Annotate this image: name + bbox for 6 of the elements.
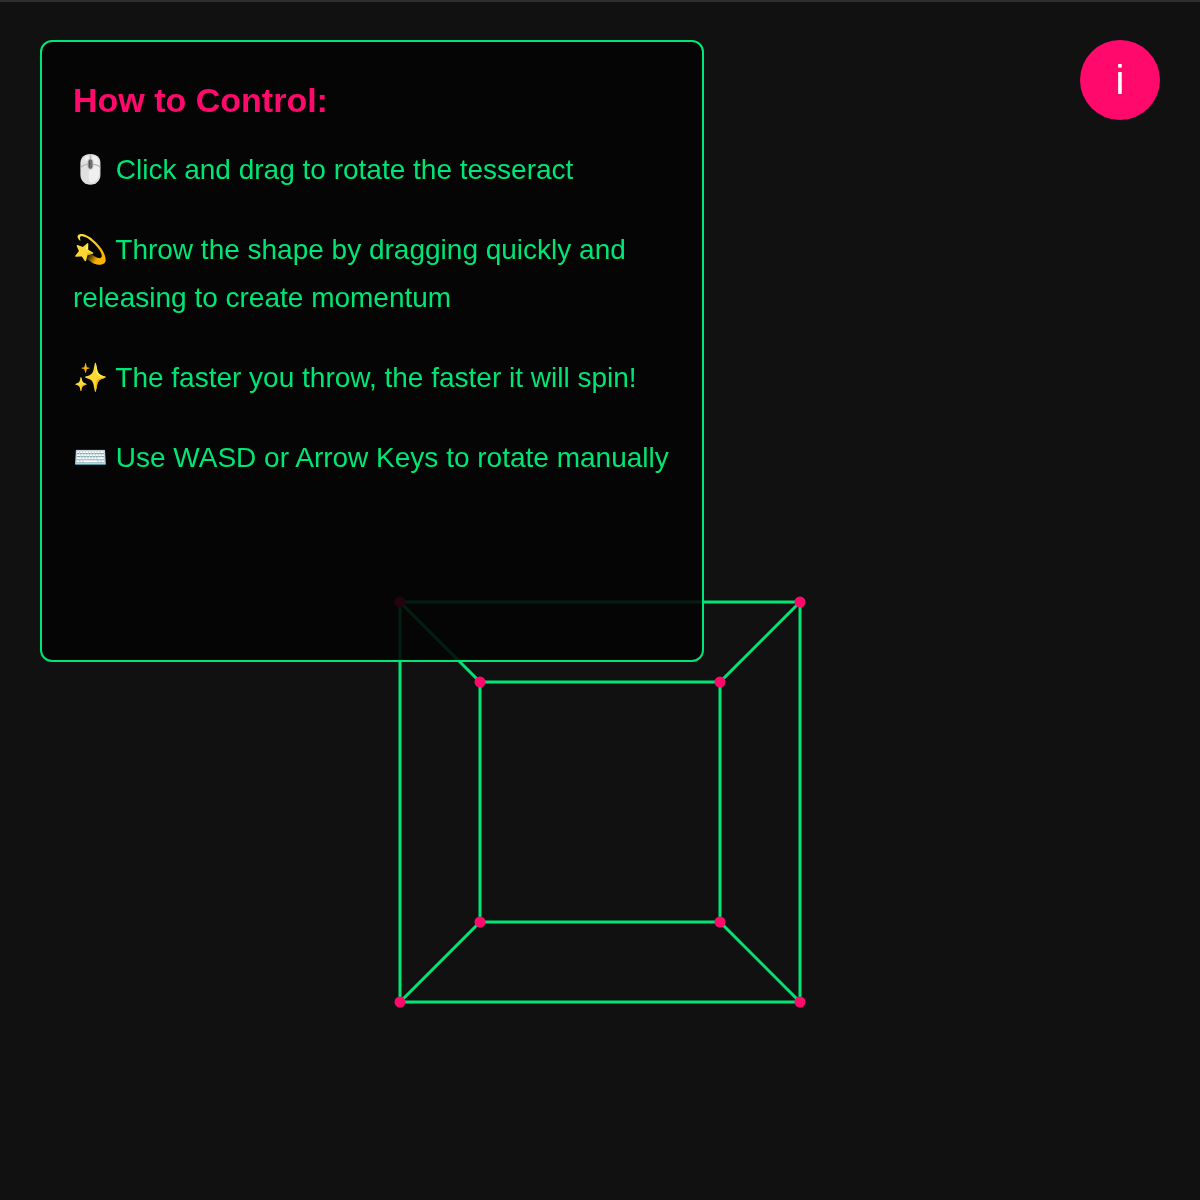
instruction-text: 💫 Throw the shape by dragging quickly and releasing to create momentum — [73, 233, 627, 315]
panel-title: How to Control: — [73, 80, 329, 121]
instruction-text: ✨ The faster you throw, the faster it will spin! — [73, 361, 638, 395]
instruction-text: ⌨ Use WASD or Arrow Keys to rotate manually — [73, 441, 670, 475]
info-button[interactable]: i — [1080, 40, 1160, 120]
instruction-text: 🖱 Click and drag to rotate the tesseract — [73, 153, 575, 187]
